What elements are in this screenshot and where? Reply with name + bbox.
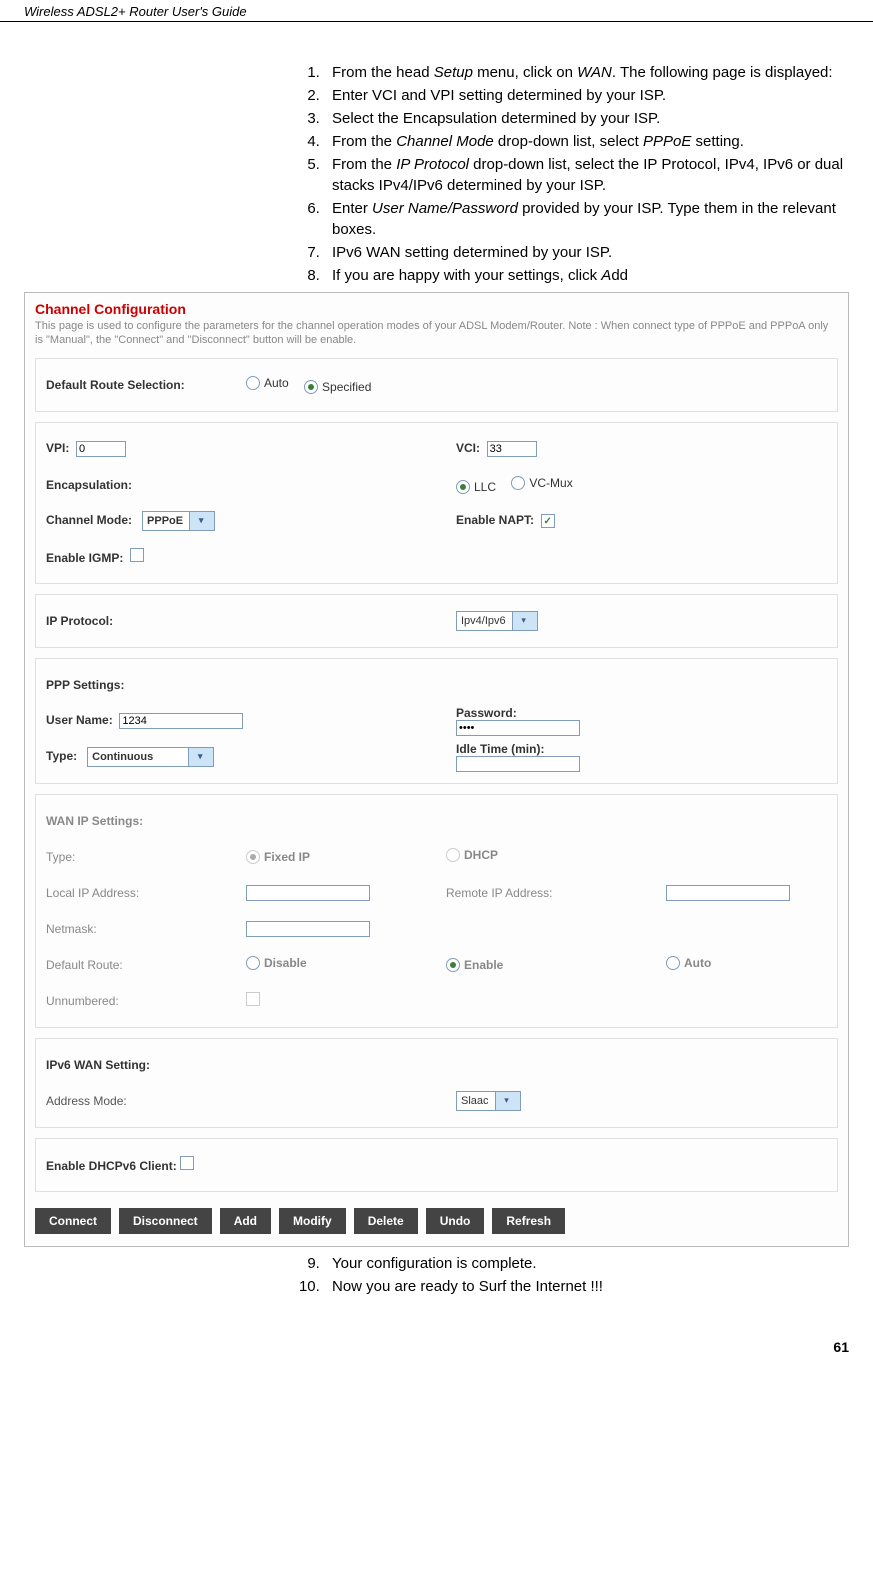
panel-title: Channel Configuration xyxy=(35,301,838,317)
default-route-auto-radio[interactable]: Auto xyxy=(246,376,289,390)
ip-protocol-label: IP Protocol: xyxy=(46,614,246,628)
list-item: From the Channel Mode drop-down list, se… xyxy=(324,131,849,152)
button-row: Connect Disconnect Add Modify Delete Und… xyxy=(35,1202,838,1246)
default-route-enable-radio[interactable]: Enable xyxy=(446,958,503,972)
modify-button[interactable]: Modify xyxy=(279,1208,346,1234)
local-ip-input xyxy=(246,885,370,901)
address-mode-select[interactable]: Slaac▾ xyxy=(456,1091,521,1111)
list-item: Enter User Name/Password provided by you… xyxy=(324,198,849,240)
address-mode-label: Address Mode: xyxy=(46,1094,246,1108)
list-item: Your configuration is complete. xyxy=(324,1253,849,1274)
enable-igmp-label: Enable IGMP: xyxy=(46,551,123,565)
vci-input[interactable] xyxy=(487,441,537,457)
undo-button[interactable]: Undo xyxy=(426,1208,485,1234)
wan-ip-label: WAN IP Settings: xyxy=(46,814,246,828)
default-route-disable-radio[interactable]: Disable xyxy=(246,956,307,970)
header-title: Wireless ADSL2+ Router User's Guide xyxy=(0,0,873,22)
default-route-specified-radio[interactable]: Specified xyxy=(304,380,371,394)
channel-mode-label: Channel Mode: xyxy=(46,513,132,527)
channel-config-panel: Channel Configuration This page is used … xyxy=(24,292,849,1247)
channel-mode-select[interactable]: PPPoE▾ xyxy=(142,511,215,531)
enable-igmp-checkbox[interactable] xyxy=(130,548,144,562)
local-ip-label: Local IP Address: xyxy=(46,886,246,900)
list-item: Now you are ready to Surf the Internet !… xyxy=(324,1276,849,1297)
password-label: Password: xyxy=(456,706,517,720)
list-item: From the IP Protocol drop-down list, sel… xyxy=(324,154,849,196)
wan-type-dhcp-radio: DHCP xyxy=(446,848,498,862)
chevron-down-icon: ▾ xyxy=(188,748,213,766)
dhcpv6-label: Enable DHCPv6 Client: xyxy=(46,1159,177,1173)
steps-bottom-list: Your configuration is complete. Now you … xyxy=(304,1253,849,1297)
vpi-label: VPI: xyxy=(46,441,69,455)
netmask-input xyxy=(246,921,370,937)
unnumbered-label: Unnumbered: xyxy=(46,994,246,1008)
encap-vcmux-radio[interactable]: VC-Mux xyxy=(511,476,572,490)
page-number: 61 xyxy=(0,1299,873,1367)
default-route-auto2-radio[interactable]: Auto xyxy=(666,956,711,970)
steps-top-list: From the head Setup menu, click on WAN. … xyxy=(304,62,849,286)
list-item: IPv6 WAN setting determined by your ISP. xyxy=(324,242,849,263)
ipv6-wan-label: IPv6 WAN Setting: xyxy=(46,1058,246,1072)
chevron-down-icon: ▾ xyxy=(189,512,214,530)
remote-ip-label: Remote IP Address: xyxy=(446,886,666,900)
delete-button[interactable]: Delete xyxy=(354,1208,418,1234)
refresh-button[interactable]: Refresh xyxy=(492,1208,565,1234)
username-label: User Name: xyxy=(46,713,113,727)
type-label: Type: xyxy=(46,749,77,763)
dhcpv6-checkbox[interactable] xyxy=(180,1156,194,1170)
password-input[interactable] xyxy=(456,720,580,736)
vpi-input[interactable] xyxy=(76,441,126,457)
remote-ip-input xyxy=(666,885,790,901)
netmask-label: Netmask: xyxy=(46,922,246,936)
wan-type-fixed-radio: Fixed IP xyxy=(246,850,310,864)
default-route-wan-label: Default Route: xyxy=(46,958,246,972)
list-item: If you are happy with your settings, cli… xyxy=(324,265,849,286)
enable-napt-label: Enable NAPT: xyxy=(456,513,534,527)
chevron-down-icon: ▾ xyxy=(512,612,537,630)
ip-protocol-select[interactable]: Ipv4/Ipv6▾ xyxy=(456,611,538,631)
list-item: Select the Encapsulation determined by y… xyxy=(324,108,849,129)
add-button[interactable]: Add xyxy=(220,1208,271,1234)
connect-button[interactable]: Connect xyxy=(35,1208,111,1234)
disconnect-button[interactable]: Disconnect xyxy=(119,1208,212,1234)
encap-llc-radio[interactable]: LLC xyxy=(456,480,496,494)
idle-time-input xyxy=(456,756,580,772)
username-input[interactable] xyxy=(119,713,243,729)
type-select[interactable]: Continuous▾ xyxy=(87,747,214,767)
wan-type-label: Type: xyxy=(46,850,246,864)
idle-time-label: Idle Time (min): xyxy=(456,742,544,756)
unnumbered-checkbox xyxy=(246,992,260,1006)
default-route-label: Default Route Selection: xyxy=(46,378,246,392)
ppp-settings-label: PPP Settings: xyxy=(46,678,246,692)
list-item: Enter VCI and VPI setting determined by … xyxy=(324,85,849,106)
enable-napt-checkbox[interactable] xyxy=(541,514,555,528)
panel-note: This page is used to configure the param… xyxy=(35,319,838,348)
chevron-down-icon: ▾ xyxy=(495,1092,520,1110)
vci-label: VCI: xyxy=(456,441,480,455)
list-item: From the head Setup menu, click on WAN. … xyxy=(324,62,849,83)
encap-label: Encapsulation: xyxy=(46,478,246,492)
